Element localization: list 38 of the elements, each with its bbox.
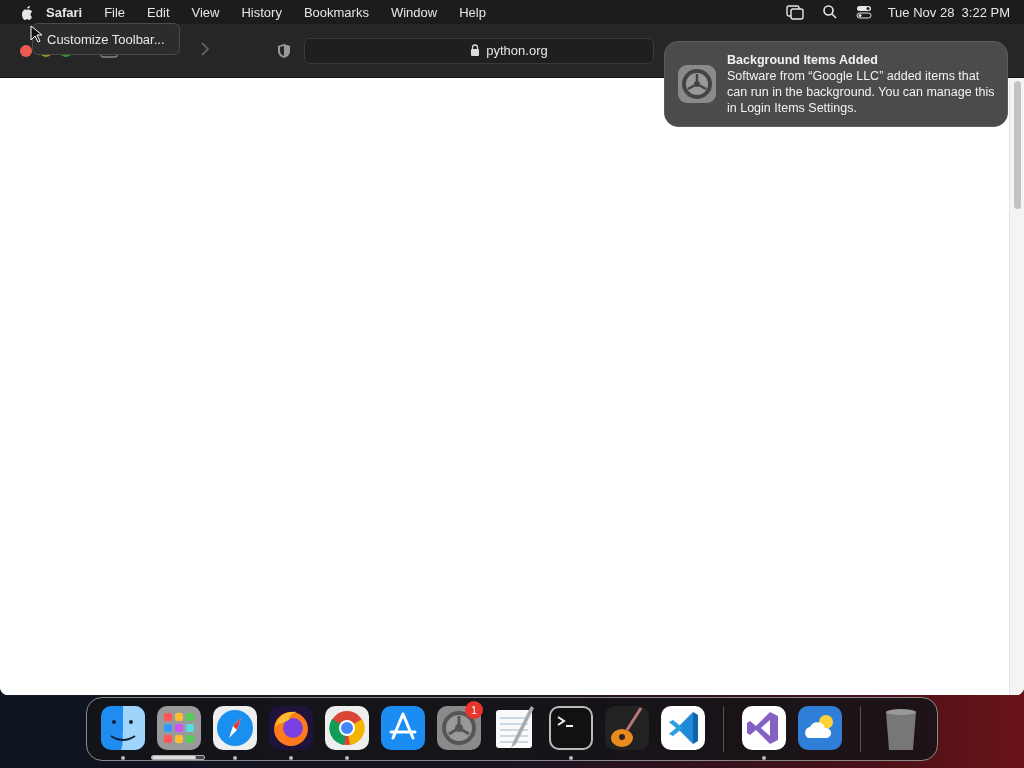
apple-icon: [19, 4, 35, 20]
close-button[interactable]: [20, 44, 32, 57]
menu-item[interactable]: Edit: [136, 4, 181, 20]
gear-icon: [677, 64, 717, 104]
toggle-icon: [855, 4, 872, 20]
chrome-icon[interactable]: [323, 704, 371, 752]
app-grid-icon[interactable]: [155, 704, 203, 752]
menu-item[interactable]: View: [180, 4, 231, 20]
menu-item[interactable]: Bookmarks: [292, 4, 380, 20]
shield-icon: [276, 42, 292, 59]
gear-icon[interactable]: [435, 704, 483, 752]
progress-bar: [151, 755, 205, 760]
menu-item[interactable]: History: [230, 4, 293, 20]
notification-badge: 1: [465, 701, 483, 719]
notification-body: Software from “Google LLC” added items that can run in the background. You can manage this in Login Items Settings.: [727, 68, 996, 116]
notification[interactable]: Background Items Added Software from “Google LLC” added items that can run in the background. You can manage this in Login Items Settings.: [664, 41, 1008, 127]
cloud-sun-icon[interactable]: [796, 704, 844, 752]
menu-item[interactable]: File: [93, 4, 137, 20]
forward-icon: [198, 39, 212, 58]
app-menu[interactable]: Safari: [35, 4, 94, 20]
compass-icon[interactable]: [211, 704, 259, 752]
infinity-icon[interactable]: [740, 704, 788, 752]
lock-icon: [470, 44, 481, 57]
code-editor-icon[interactable]: [659, 704, 707, 752]
guitar-icon[interactable]: [603, 704, 651, 752]
address-field[interactable]: python.org: [304, 37, 654, 64]
menu-item[interactable]: Help: [448, 4, 497, 20]
menu-item[interactable]: Window: [379, 4, 449, 20]
windows-icon: [785, 4, 804, 20]
finder-icon[interactable]: [99, 704, 147, 752]
app-store-icon[interactable]: [379, 704, 427, 752]
search-icon: [821, 4, 838, 20]
terminal-icon[interactable]: [547, 704, 595, 752]
notification-title: Background Items Added: [727, 52, 879, 68]
tooltip: Customize Toolbar...: [32, 23, 180, 55]
scrollbar[interactable]: [1009, 78, 1024, 695]
clock[interactable]: Tue Nov 28 3:22 PM: [887, 4, 1010, 20]
fox-globe-icon[interactable]: [267, 704, 315, 752]
